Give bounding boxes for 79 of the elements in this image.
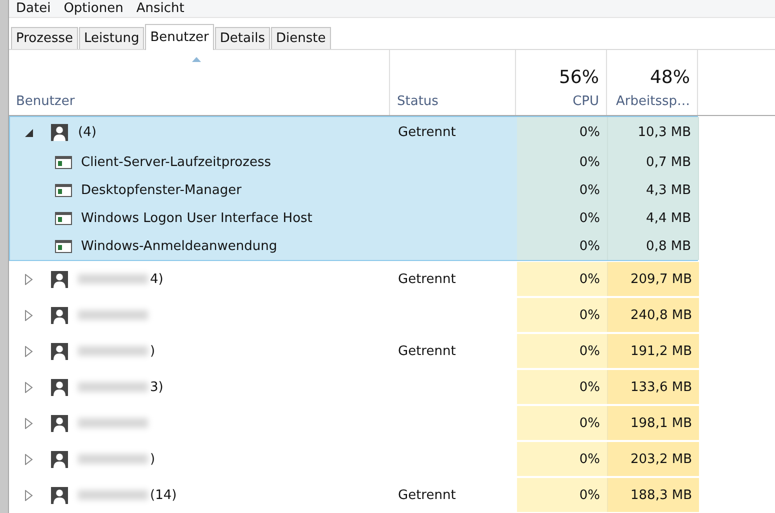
expand-triangle-icon[interactable] (25, 490, 33, 500)
user-group[interactable]: 3) 0% 133,6 MB (9, 369, 698, 405)
expand-triangle-icon[interactable] (25, 274, 33, 284)
process-name: Windows-Anmeldeanwendung (81, 238, 278, 254)
user-group[interactable]: ) 0% 203,2 MB (9, 441, 698, 477)
window-app-icon (55, 184, 72, 196)
cpu-cell: 0% (517, 176, 608, 204)
memory-cell: 10,3 MB (608, 117, 699, 148)
column-header[interactable]: 48% Arbeitssp… (607, 50, 698, 115)
menu-item[interactable]: Optionen (64, 1, 124, 16)
status-text: Getrennt (398, 272, 456, 286)
column-header[interactable]: Status (390, 50, 516, 115)
expand-triangle-icon[interactable] (25, 454, 33, 464)
column-header[interactable]: 56% CPU (516, 50, 607, 115)
cpu-cell: 0% (517, 232, 608, 260)
window-app-icon (55, 240, 72, 252)
process-name: Desktopfenster-Manager (81, 182, 242, 198)
user-group[interactable]: 0% 240,8 MB (9, 297, 698, 333)
memory-cell: 209,7 MB (608, 262, 699, 296)
memory-cell: 4,4 MB (608, 204, 699, 232)
status-text: Getrennt (398, 344, 456, 358)
cpu-cell: 0% (517, 117, 608, 148)
user-name: ) (150, 452, 156, 466)
cpu-cell: 0% (517, 406, 608, 440)
expand-triangle-icon[interactable] (25, 346, 33, 356)
cpu-cell: 0% (517, 262, 608, 296)
expand-triangle-icon[interactable] (25, 382, 33, 392)
user-icon (51, 378, 68, 396)
cpu-cell: 0% (517, 478, 608, 512)
tab[interactable]: Dienste (270, 27, 331, 50)
expand-triangle-icon[interactable] (25, 310, 33, 320)
user-icon (51, 486, 68, 504)
cpu-cell: 0% (517, 204, 608, 232)
user-group[interactable]: (14) Getrennt 0% 188,3 MB (9, 477, 698, 513)
memory-cell: 203,2 MB (608, 442, 699, 476)
menu-item[interactable]: Ansicht (136, 1, 184, 16)
user-group[interactable]: ) Getrennt 0% 191,2 MB (9, 333, 698, 369)
memory-cell: 4,3 MB (608, 176, 699, 204)
cpu-cell: 0% (517, 442, 608, 476)
cpu-cell: 0% (517, 298, 608, 332)
user-icon (51, 306, 68, 324)
user-icon (51, 124, 68, 141)
user-name: ) (150, 344, 156, 358)
memory-cell: 133,6 MB (608, 370, 699, 404)
user-name: 4) (150, 272, 164, 286)
user-icon (51, 270, 68, 288)
user-name: (4) (78, 125, 96, 140)
sort-caret-icon (192, 57, 201, 62)
selected-user-group[interactable]: (4) Getrennt 0% 10,3 MB Client-Server-Laufzeitprozess 0% 0,7 MB Desktopfenster-Manager 0% 4,3 MB Windows Logon User Interface Host 0% 4,4 MB Windows-Anmeldeanwendung 0% 0,8 MB (9, 116, 698, 261)
memory-cell: 191,2 MB (608, 334, 699, 368)
user-name: (14) (150, 488, 177, 502)
window-app-icon (55, 212, 72, 224)
status-text: Getrennt (398, 488, 456, 502)
tab[interactable]: Prozesse (11, 27, 78, 50)
user-group[interactable]: 4) Getrennt 0% 209,7 MB (9, 261, 698, 297)
user-icon (51, 342, 68, 360)
process-name: Windows Logon User Interface Host (81, 210, 312, 226)
memory-cell: 0,7 MB (608, 148, 699, 176)
menu-item[interactable]: Datei (16, 1, 51, 16)
user-icon (51, 450, 68, 468)
memory-cell: 0,8 MB (608, 232, 699, 260)
collapse-triangle-icon[interactable] (25, 128, 33, 136)
memory-cell: 188,3 MB (608, 478, 699, 512)
memory-cell: 198,1 MB (608, 406, 699, 440)
window-app-icon (55, 156, 72, 168)
user-group[interactable]: 0% 198,1 MB (9, 405, 698, 441)
user-name: 3) (150, 380, 164, 394)
status-text: Getrennt (398, 125, 456, 140)
expand-triangle-icon[interactable] (25, 418, 33, 428)
memory-cell: 240,8 MB (608, 298, 699, 332)
column-header[interactable]: Benutzer (9, 50, 390, 115)
cpu-cell: 0% (517, 334, 608, 368)
user-icon (51, 414, 68, 432)
process-name: Client-Server-Laufzeitprozess (81, 154, 272, 170)
tab[interactable]: Benutzer (145, 24, 214, 50)
cpu-cell: 0% (517, 148, 608, 176)
cpu-cell: 0% (517, 370, 608, 404)
tab[interactable]: Leistung (79, 27, 144, 50)
tab[interactable]: Details (214, 27, 270, 50)
